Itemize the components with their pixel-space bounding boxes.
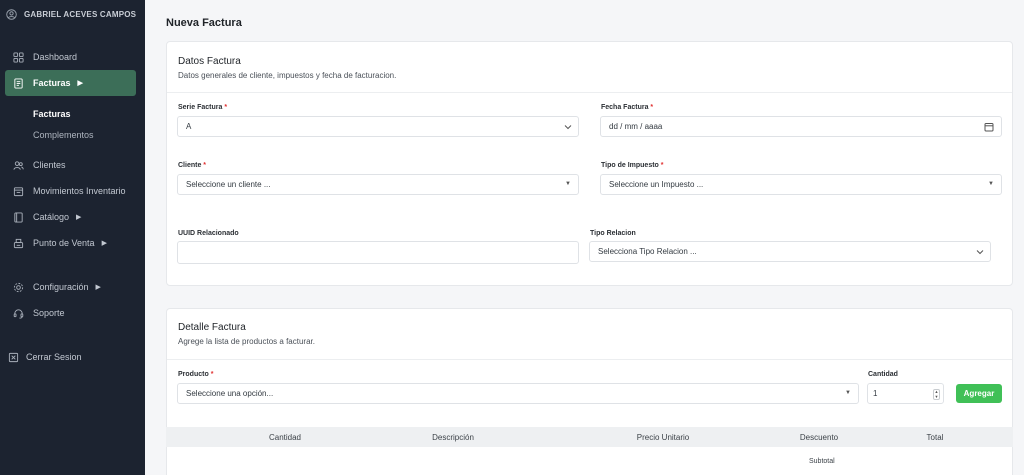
producto-placeholder: Seleccione una opción... xyxy=(186,389,274,398)
relacion-label: Tipo Relacion xyxy=(590,230,636,237)
sidebar-item-clientes[interactable]: Clientes xyxy=(5,152,136,178)
card-title: Datos Factura xyxy=(178,56,241,67)
user-circle-icon xyxy=(6,9,17,20)
submenu-item-complementos[interactable]: Complementos xyxy=(33,130,94,140)
required-mark: * xyxy=(210,371,214,378)
column-header-precio-unitario: Precio Unitario xyxy=(636,433,690,442)
calendar-box-icon xyxy=(13,186,24,196)
fecha-placeholder: dd / mm / aaaa xyxy=(609,122,663,131)
caret-down-icon: ▼ xyxy=(565,181,571,187)
grid-icon xyxy=(13,51,24,63)
sidebar-item-label: Punto de Venta xyxy=(33,238,95,248)
sidebar-item-label: Cerrar Sesion xyxy=(26,352,82,362)
sidebar-item-configuracion[interactable]: Configuración ▶ xyxy=(5,274,136,300)
relacion-placeholder: Selecciona Tipo Relacion ... xyxy=(598,247,697,256)
column-header-descripcion: Descripción xyxy=(432,433,474,442)
required-mark: * xyxy=(224,104,228,111)
impuesto-select[interactable]: Seleccione un Impuesto ... ▼ xyxy=(600,174,1002,195)
cliente-placeholder: Seleccione un cliente ... xyxy=(186,180,271,189)
caret-right-icon: ▶ xyxy=(95,284,101,291)
divider xyxy=(167,92,1012,93)
users-icon xyxy=(13,160,24,170)
sidebar-item-label: Configuración xyxy=(33,282,89,292)
subtotal-label: Subtotal xyxy=(809,458,835,465)
chevron-down-icon xyxy=(976,250,984,255)
agregar-button[interactable]: Agregar xyxy=(956,384,1002,403)
caret-right-icon: ▶ xyxy=(101,240,107,247)
cliente-select[interactable]: Seleccione un cliente ... ▼ xyxy=(177,174,579,195)
impuesto-label: Tipo de Impuesto * xyxy=(601,162,664,169)
fecha-input[interactable]: dd / mm / aaaa xyxy=(600,116,1002,137)
cantidad-value: 1 xyxy=(873,389,878,398)
sidebar-item-movimientos-inventario[interactable]: Movimientos Inventario xyxy=(5,178,136,204)
sidebar-item-dashboard[interactable]: Dashboard xyxy=(5,44,136,70)
calendar-icon[interactable] xyxy=(984,122,994,132)
sidebar-item-cerrar-sesion[interactable]: Cerrar Sesion xyxy=(0,344,131,370)
cash-register-icon xyxy=(13,238,24,248)
sidebar-item-label: Soporte xyxy=(33,308,65,318)
required-mark: * xyxy=(660,162,664,169)
caret-right-icon: ▶ xyxy=(76,214,82,221)
serie-value: A xyxy=(186,122,192,131)
user-profile[interactable]: GABRIEL ACEVES CAMPOS xyxy=(6,9,136,20)
caret-right-icon: ▶ xyxy=(77,80,83,87)
serie-label: Serie Factura * xyxy=(178,104,228,111)
cantidad-label: Cantidad xyxy=(868,371,898,378)
relacion-select[interactable]: Selecciona Tipo Relacion ... xyxy=(589,241,991,262)
card-subtitle: Agrege la lista de productos a facturar. xyxy=(178,337,315,346)
gear-icon xyxy=(13,282,24,292)
uuid-input[interactable] xyxy=(177,241,579,264)
impuesto-placeholder: Seleccione un Impuesto ... xyxy=(609,180,704,189)
serie-select[interactable]: A xyxy=(177,116,579,137)
producto-label: Producto * xyxy=(178,371,214,378)
sidebar-item-facturas[interactable]: Facturas ▶ xyxy=(5,70,136,96)
sidebar-item-catalogo[interactable]: Catálogo ▶ xyxy=(5,204,136,230)
sidebar-item-label: Facturas xyxy=(33,78,71,88)
logout-icon xyxy=(8,352,19,362)
column-header-cantidad: Cantidad xyxy=(268,433,302,442)
submenu-item-facturas[interactable]: Facturas xyxy=(33,109,71,119)
sidebar-item-label: Dashboard xyxy=(33,52,78,62)
sidebar-item-punto-de-venta[interactable]: Punto de Venta ▶ xyxy=(5,230,136,256)
table-header: Cantidad Descripción Precio Unitario Des… xyxy=(166,427,1013,447)
sidebar-item-label: Catálogo xyxy=(33,212,70,222)
caret-down-icon: ▼ xyxy=(845,390,851,396)
sidebar: GABRIEL ACEVES CAMPOS Dashboard Facturas… xyxy=(0,0,145,475)
cantidad-stepper[interactable]: 1 ▲ ▼ xyxy=(867,383,944,404)
required-mark: * xyxy=(650,104,654,111)
uuid-label: UUID Relacionado xyxy=(178,230,239,237)
column-header-total: Total xyxy=(926,433,944,442)
chevron-down-icon xyxy=(564,125,572,130)
card-subtitle: Datos generales de cliente, impuestos y … xyxy=(178,71,397,80)
headset-icon xyxy=(13,308,24,319)
user-name: GABRIEL ACEVES CAMPOS xyxy=(24,10,137,19)
sidebar-item-soporte[interactable]: Soporte xyxy=(5,300,136,326)
invoice-icon xyxy=(14,77,23,89)
column-header-descuento: Descuento xyxy=(799,433,839,442)
required-mark: * xyxy=(203,162,207,169)
sidebar-item-label: Clientes xyxy=(33,160,66,170)
cliente-label: Cliente * xyxy=(178,162,207,169)
fecha-label: Fecha Factura * xyxy=(601,104,654,111)
divider xyxy=(167,359,1012,360)
book-icon xyxy=(14,211,23,223)
producto-select[interactable]: Seleccione una opción... ▼ xyxy=(177,383,859,404)
card-title: Detalle Factura xyxy=(178,322,246,333)
caret-down-icon: ▼ xyxy=(988,181,994,187)
sidebar-item-label: Movimientos Inventario xyxy=(33,186,126,196)
page-title: Nueva Factura xyxy=(166,17,242,29)
spinner-arrows-icon[interactable]: ▲ ▼ xyxy=(933,389,940,400)
